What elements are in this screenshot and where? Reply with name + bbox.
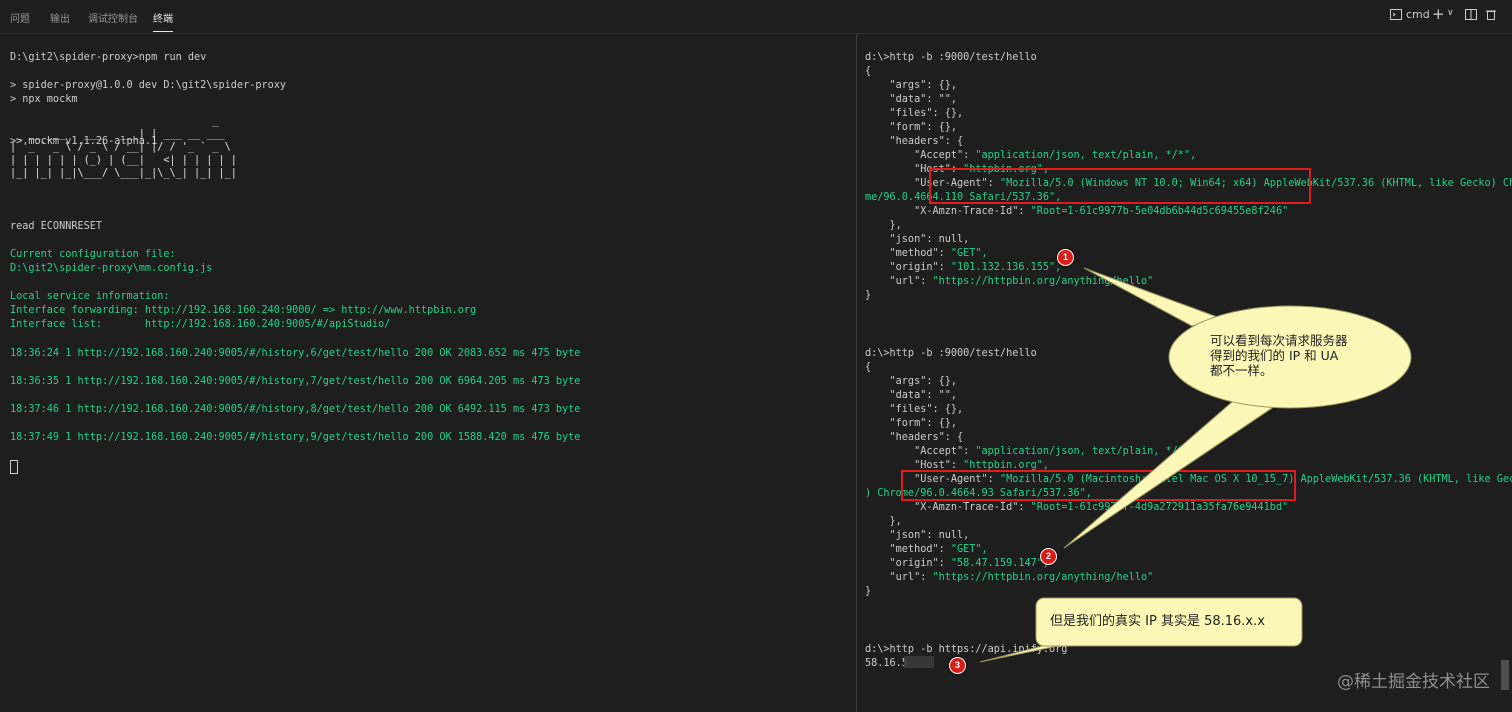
watermark: @稀土掘金技术社区 [1337, 672, 1490, 692]
marker-1: 1 [1057, 249, 1074, 266]
callout-text-1: 可以看到每次请求服务器 得到的我们的 IP 和 UA 都不一样。 [1210, 333, 1348, 378]
terminal-scrollbar[interactable] [1501, 660, 1509, 690]
marker-2: 2 [1040, 548, 1057, 565]
callout-text-2: 但是我们的真实 IP 其实是 58.16.x.x [1050, 614, 1265, 629]
marker-3: 3 [949, 657, 966, 674]
